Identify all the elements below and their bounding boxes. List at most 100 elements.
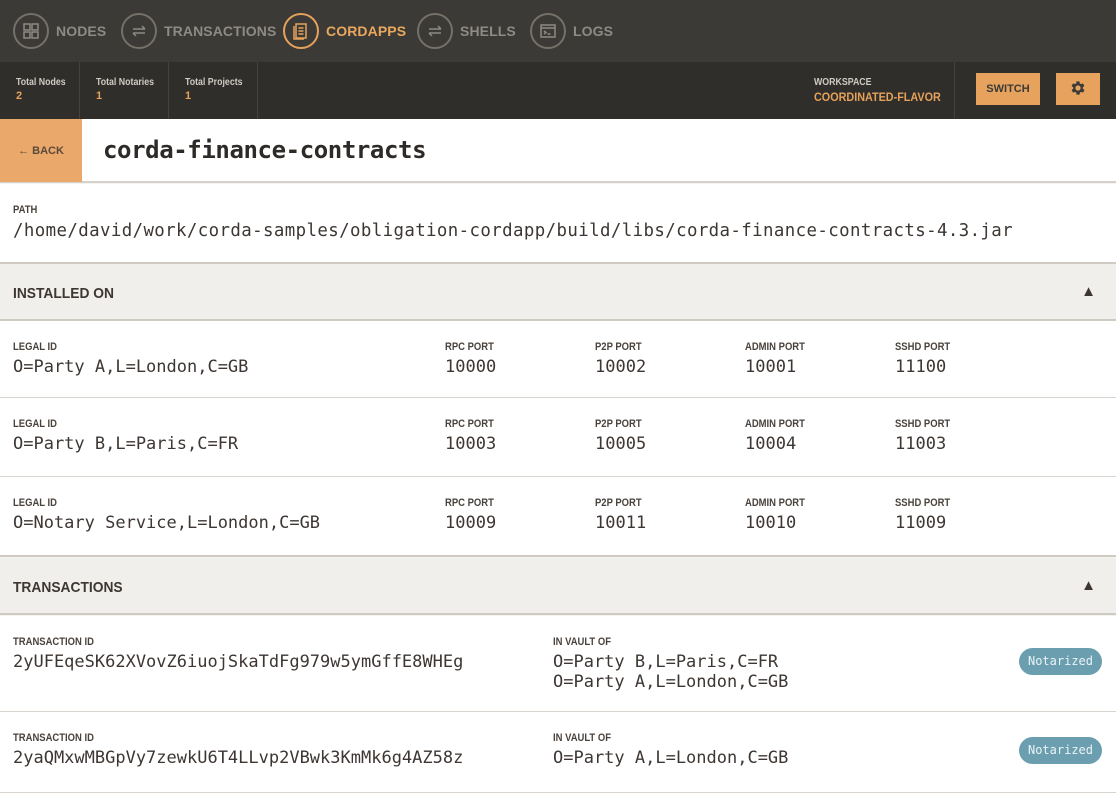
transaction-row[interactable]: TRANSACTION ID 2yaQMxwMBGpVy7zewkU6T4LLv…	[0, 712, 1116, 793]
nav-item-transactions[interactable]: TRANSACTIONS	[121, 13, 276, 49]
status-badge: Notarized	[1018, 737, 1102, 764]
stat-total-projects: Total Projects 1	[169, 62, 258, 119]
legal-id-label: LEGAL ID	[13, 497, 57, 509]
legal-id-cell: LEGAL ID O=Party A,L=London,C=GB	[13, 341, 248, 377]
path-section: PATH /home/david/work/corda-samples/obli…	[0, 184, 1116, 264]
sshd-port-label: SSHD PORT	[895, 341, 951, 353]
transaction-id-cell: TRANSACTION ID 2yUFEqeSK62XVovZ6iuojSkaT…	[13, 636, 463, 672]
nav-item-nodes[interactable]: NODES	[13, 13, 106, 49]
admin-port-cell: ADMIN PORT 10010	[745, 497, 815, 533]
sshd-port-value: 11100	[895, 357, 947, 377]
sshd-port-label: SSHD PORT	[895, 418, 951, 430]
transaction-row[interactable]: TRANSACTION ID 2yUFEqeSK62XVovZ6iuojSkaT…	[0, 616, 1116, 712]
rpc-port-cell: RPC PORT 10003	[445, 418, 502, 454]
sshd-port-value: 11003	[895, 434, 947, 454]
admin-port-label: ADMIN PORT	[745, 418, 805, 430]
nav-label-cordapps: CORDAPPS	[326, 23, 407, 39]
section-title: INSTALLED ON	[13, 285, 114, 302]
transaction-id-value: 2yaQMxwMBGpVy7zewkU6T4LLvp2VBwk3KmMk6g4A…	[13, 748, 464, 768]
workspace-name: COORDINATED-FLAVOR	[814, 90, 941, 104]
gear-icon	[1069, 79, 1087, 100]
nav-item-cordapps[interactable]: CORDAPPS	[283, 13, 406, 49]
rpc-port-label: RPC PORT	[445, 497, 494, 509]
legal-id-value: O=Party B,L=Paris,C=FR	[13, 434, 239, 454]
p2p-port-cell: P2P PORT 10005	[595, 418, 649, 454]
installed-on-header[interactable]: INSTALLED ON ▲	[0, 264, 1116, 321]
settings-button[interactable]	[1056, 73, 1100, 105]
sshd-port-value: 11009	[895, 513, 947, 533]
transactions-header[interactable]: TRANSACTIONS ▲	[0, 558, 1116, 615]
divider	[954, 62, 955, 119]
page-title: corda-finance-contracts	[103, 136, 427, 164]
sshd-port-cell: SSHD PORT 11100	[895, 341, 959, 377]
installed-node-row[interactable]: LEGAL ID O=Notary Service,L=London,C=GB …	[0, 477, 1116, 557]
nav-label-transactions: TRANSACTIONS	[164, 23, 277, 39]
installed-node-row[interactable]: LEGAL ID O=Party B,L=Paris,C=FR RPC PORT…	[0, 398, 1116, 477]
stat-value: 1	[96, 90, 103, 102]
p2p-port-value: 10005	[595, 434, 647, 454]
vault-party: O=Party A,L=London,C=GB	[553, 748, 789, 768]
vault-label: IN VAULT OF	[553, 732, 611, 744]
rpc-port-label: RPC PORT	[445, 418, 494, 430]
back-button[interactable]: ← BACK	[0, 119, 82, 182]
admin-port-label: ADMIN PORT	[745, 341, 805, 353]
p2p-port-cell: P2P PORT 10011	[595, 497, 649, 533]
top-navigation: NODES TRANSACTIONS CORDAPPS SHELLS LOGS	[0, 0, 1116, 62]
title-row: ← BACK corda-finance-contracts	[0, 119, 1116, 183]
stat-total-nodes: Total Nodes 2	[0, 62, 80, 119]
installed-node-row[interactable]: LEGAL ID O=Party A,L=London,C=GB RPC POR…	[0, 321, 1116, 398]
p2p-port-label: P2P PORT	[595, 341, 642, 353]
transaction-id-label: TRANSACTION ID	[13, 732, 94, 744]
nav-item-shells[interactable]: SHELLS	[417, 13, 516, 49]
admin-port-value: 10010	[745, 513, 797, 533]
p2p-port-value: 10011	[595, 513, 647, 533]
document-icon	[283, 13, 319, 49]
p2p-port-cell: P2P PORT 10002	[595, 341, 649, 377]
admin-port-value: 10001	[745, 357, 797, 377]
legal-id-value: O=Party A,L=London,C=GB	[13, 357, 249, 377]
admin-port-cell: ADMIN PORT 10004	[745, 418, 815, 454]
legal-id-value: O=Notary Service,L=London,C=GB	[13, 513, 321, 533]
rpc-port-cell: RPC PORT 10000	[445, 341, 502, 377]
vault-cell: IN VAULT OF O=Party B,L=Paris,C=FR O=Par…	[553, 636, 788, 692]
legal-id-cell: LEGAL ID O=Notary Service,L=London,C=GB	[13, 497, 320, 533]
terminal-icon	[530, 13, 566, 49]
collapse-caret-icon[interactable]: ▲	[1081, 283, 1096, 300]
grid-icon	[13, 13, 49, 49]
vault-cell: IN VAULT OF O=Party A,L=London,C=GB	[553, 732, 788, 768]
rpc-port-value: 10009	[445, 513, 497, 533]
rpc-port-value: 10000	[445, 357, 497, 377]
workspace-label: WORKSPACE	[814, 77, 872, 88]
section-title: TRANSACTIONS	[13, 579, 123, 596]
stats-bar: Total Nodes 2 Total Notaries 1 Total Pro…	[0, 62, 1116, 119]
workspace-info: WORKSPACE COORDINATED-FLAVOR	[814, 77, 955, 104]
path-value: /home/david/work/corda-samples/obligatio…	[13, 221, 1014, 241]
rpc-port-label: RPC PORT	[445, 341, 494, 353]
transaction-id-value: 2yUFEqeSK62XVovZ6iuojSkaTdFg979w5ymGffE8…	[13, 652, 464, 672]
admin-port-value: 10004	[745, 434, 797, 454]
vault-label: IN VAULT OF	[553, 636, 611, 648]
nav-label-nodes: NODES	[56, 23, 107, 39]
legal-id-label: LEGAL ID	[13, 418, 57, 430]
sshd-port-cell: SSHD PORT 11009	[895, 497, 959, 533]
nav-item-logs[interactable]: LOGS	[530, 13, 613, 49]
arrows-icon	[121, 13, 157, 49]
transaction-id-cell: TRANSACTION ID 2yaQMxwMBGpVy7zewkU6T4LLv…	[13, 732, 463, 768]
p2p-port-value: 10002	[595, 357, 647, 377]
vault-party: O=Party A,L=London,C=GB	[553, 672, 789, 692]
admin-port-cell: ADMIN PORT 10001	[745, 341, 815, 377]
rpc-port-value: 10003	[445, 434, 497, 454]
rpc-port-cell: RPC PORT 10009	[445, 497, 502, 533]
stat-total-notaries: Total Notaries 1	[80, 62, 169, 119]
switch-workspace-button[interactable]: SWITCH	[976, 73, 1040, 105]
arrows-icon	[417, 13, 453, 49]
stat-label: Total Projects	[185, 77, 243, 88]
transaction-id-label: TRANSACTION ID	[13, 636, 94, 648]
collapse-caret-icon[interactable]: ▲	[1081, 577, 1096, 594]
stat-value: 2	[16, 90, 23, 102]
admin-port-label: ADMIN PORT	[745, 497, 805, 509]
nav-label-logs: LOGS	[573, 23, 614, 39]
vault-party: O=Party B,L=Paris,C=FR	[553, 652, 779, 672]
legal-id-label: LEGAL ID	[13, 341, 57, 353]
sshd-port-cell: SSHD PORT 11003	[895, 418, 959, 454]
